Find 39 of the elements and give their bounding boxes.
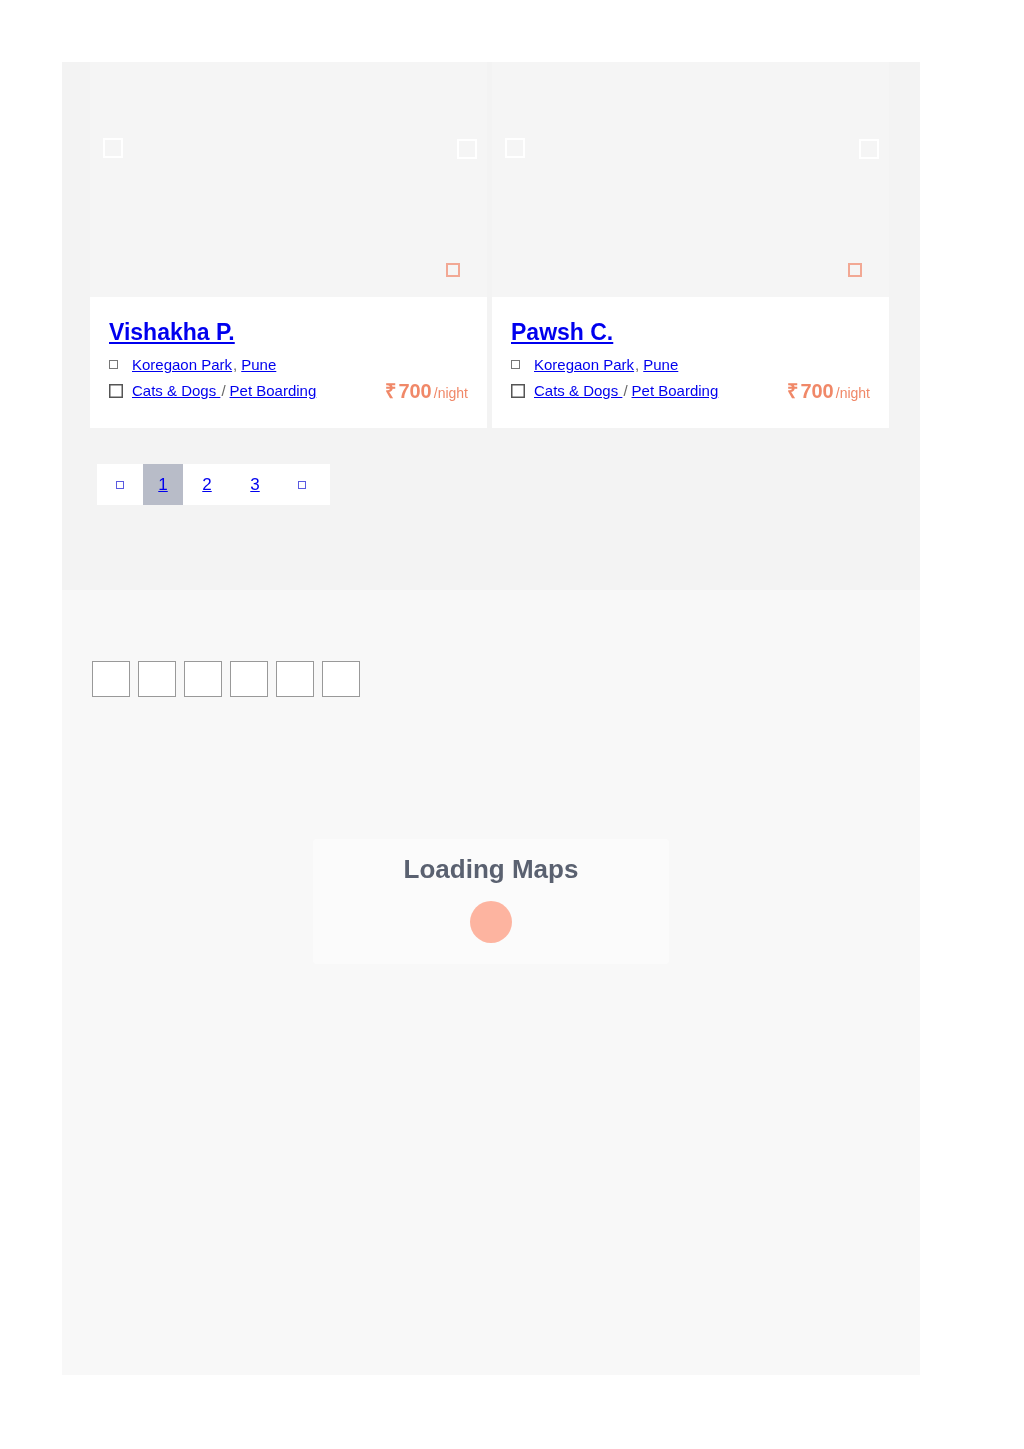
pets-link[interactable]: Cats & Dogs xyxy=(534,382,623,399)
page-link[interactable]: 2 xyxy=(183,464,231,505)
city-link[interactable]: Pune xyxy=(241,356,277,373)
listing-name[interactable]: Vishakha P. xyxy=(109,319,235,346)
price-unit: /night xyxy=(835,385,870,401)
pets-link[interactable]: Cats & Dogs xyxy=(132,382,221,399)
price: 700 xyxy=(800,380,834,403)
price-unit: /night xyxy=(433,385,468,401)
square-icon xyxy=(116,480,124,489)
toolbar-button[interactable] xyxy=(322,661,360,697)
square-icon xyxy=(511,383,525,398)
square-icon xyxy=(511,360,520,369)
spinner-icon xyxy=(470,901,512,943)
page-link[interactable]: 1 xyxy=(143,464,183,505)
toolbar-button[interactable] xyxy=(138,661,176,697)
toolbar-button[interactable] xyxy=(230,661,268,697)
area-link[interactable]: Koregaon Park xyxy=(534,356,635,373)
separator: / xyxy=(221,382,226,399)
toolbar-button[interactable] xyxy=(92,661,130,697)
toolbar-button[interactable] xyxy=(276,661,314,697)
currency-symbol: ₹ xyxy=(787,379,799,404)
square-icon xyxy=(109,360,118,369)
separator: / xyxy=(623,382,628,399)
separator: , xyxy=(233,356,238,373)
page-link[interactable]: 3 xyxy=(231,464,279,505)
square-icon xyxy=(109,383,123,398)
toolbar-button[interactable] xyxy=(184,661,222,697)
loading-title: Loading Maps xyxy=(403,854,579,885)
service-link[interactable]: Pet Boarding xyxy=(229,382,317,399)
currency-symbol: ₹ xyxy=(385,379,397,404)
listing-name[interactable]: Pawsh C. xyxy=(511,319,614,346)
square-icon xyxy=(848,263,862,277)
separator: , xyxy=(635,356,640,373)
area-link[interactable]: Koregaon Park xyxy=(132,356,233,373)
price: 700 xyxy=(398,380,432,403)
service-link[interactable]: Pet Boarding xyxy=(631,382,719,399)
square-icon xyxy=(446,263,460,277)
square-icon xyxy=(298,480,306,489)
city-link[interactable]: Pune xyxy=(643,356,679,373)
